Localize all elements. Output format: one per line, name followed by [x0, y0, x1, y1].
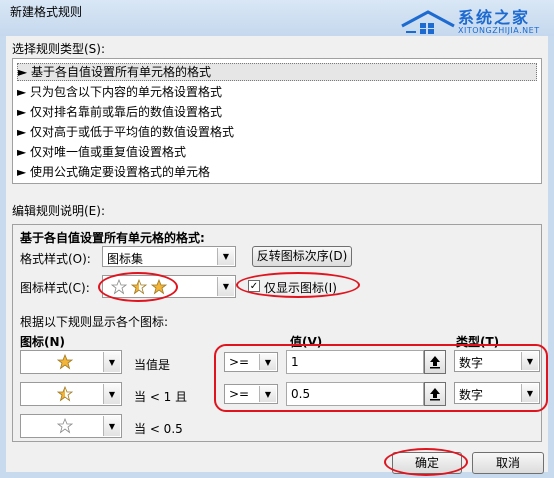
reverse-icon-order-button[interactable]: 反转图标次序(D)	[252, 246, 352, 267]
format-style-label: 格式样式(O):	[20, 252, 91, 266]
watermark-logo-icon	[401, 10, 455, 34]
window-title: 新建格式规则	[10, 5, 83, 19]
condition-text: 当值是	[134, 358, 171, 372]
icon-select-combo[interactable]: ▼	[20, 350, 122, 374]
rule-type-item[interactable]: ► 仅对唯一值或重复值设置格式	[17, 143, 537, 161]
edit-rule-label: 编辑规则说明(E):	[12, 204, 105, 218]
rule-type-item[interactable]: ► 仅对排名靠前或靠后的数值设置格式	[17, 103, 537, 121]
star-full-icon	[57, 354, 73, 370]
format-style-combo[interactable]: 图标集 ▼	[102, 246, 236, 267]
star-half-icon	[57, 386, 73, 402]
watermark-text: 系统之家	[458, 8, 531, 27]
column-header-icon: 图标(N)	[20, 335, 66, 349]
rule-type-item[interactable]: ► 使用公式确定要设置格式的单元格	[17, 163, 537, 181]
rule-type-item[interactable]: ► 基于各自值设置所有单元格的格式	[17, 63, 537, 81]
chevron-down-icon[interactable]: ▼	[103, 416, 120, 436]
chevron-down-icon[interactable]: ▼	[103, 352, 120, 372]
highlight-rounded-rect	[214, 344, 548, 412]
chevron-down-icon[interactable]: ▼	[217, 248, 234, 265]
icon-style-label: 图标样式(C):	[20, 281, 90, 295]
chevron-down-icon[interactable]: ▼	[217, 277, 234, 296]
desc-heading: 基于各自值设置所有单元格的格式:	[20, 231, 205, 245]
chevron-down-icon[interactable]: ▼	[103, 384, 120, 404]
highlight-ellipse	[98, 272, 178, 302]
format-style-value: 图标集	[107, 252, 144, 266]
icon-select-combo[interactable]: ▼	[20, 382, 122, 406]
highlight-ellipse	[384, 448, 468, 476]
highlight-ellipse	[236, 272, 360, 298]
cancel-button[interactable]: 取消	[472, 452, 544, 474]
rules-caption: 根据以下规则显示各个图标:	[20, 315, 169, 329]
rule-type-item[interactable]: ► 仅对高于或低于平均值的数值设置格式	[17, 123, 537, 141]
watermark-url: XITONGZHIJIA.NET	[458, 26, 540, 35]
icon-select-combo[interactable]: ▼	[20, 414, 122, 438]
condition-text: 当 < 0.5	[134, 422, 183, 436]
condition-text: 当 < 1 且	[134, 390, 188, 404]
rule-type-label: 选择规则类型(S):	[12, 42, 106, 56]
rule-type-item[interactable]: ► 只为包含以下内容的单元格设置格式	[17, 83, 537, 101]
star-empty-icon	[57, 418, 73, 434]
rule-type-list[interactable]: ► 基于各自值设置所有单元格的格式 ► 只为包含以下内容的单元格设置格式 ► 仅…	[12, 58, 542, 184]
